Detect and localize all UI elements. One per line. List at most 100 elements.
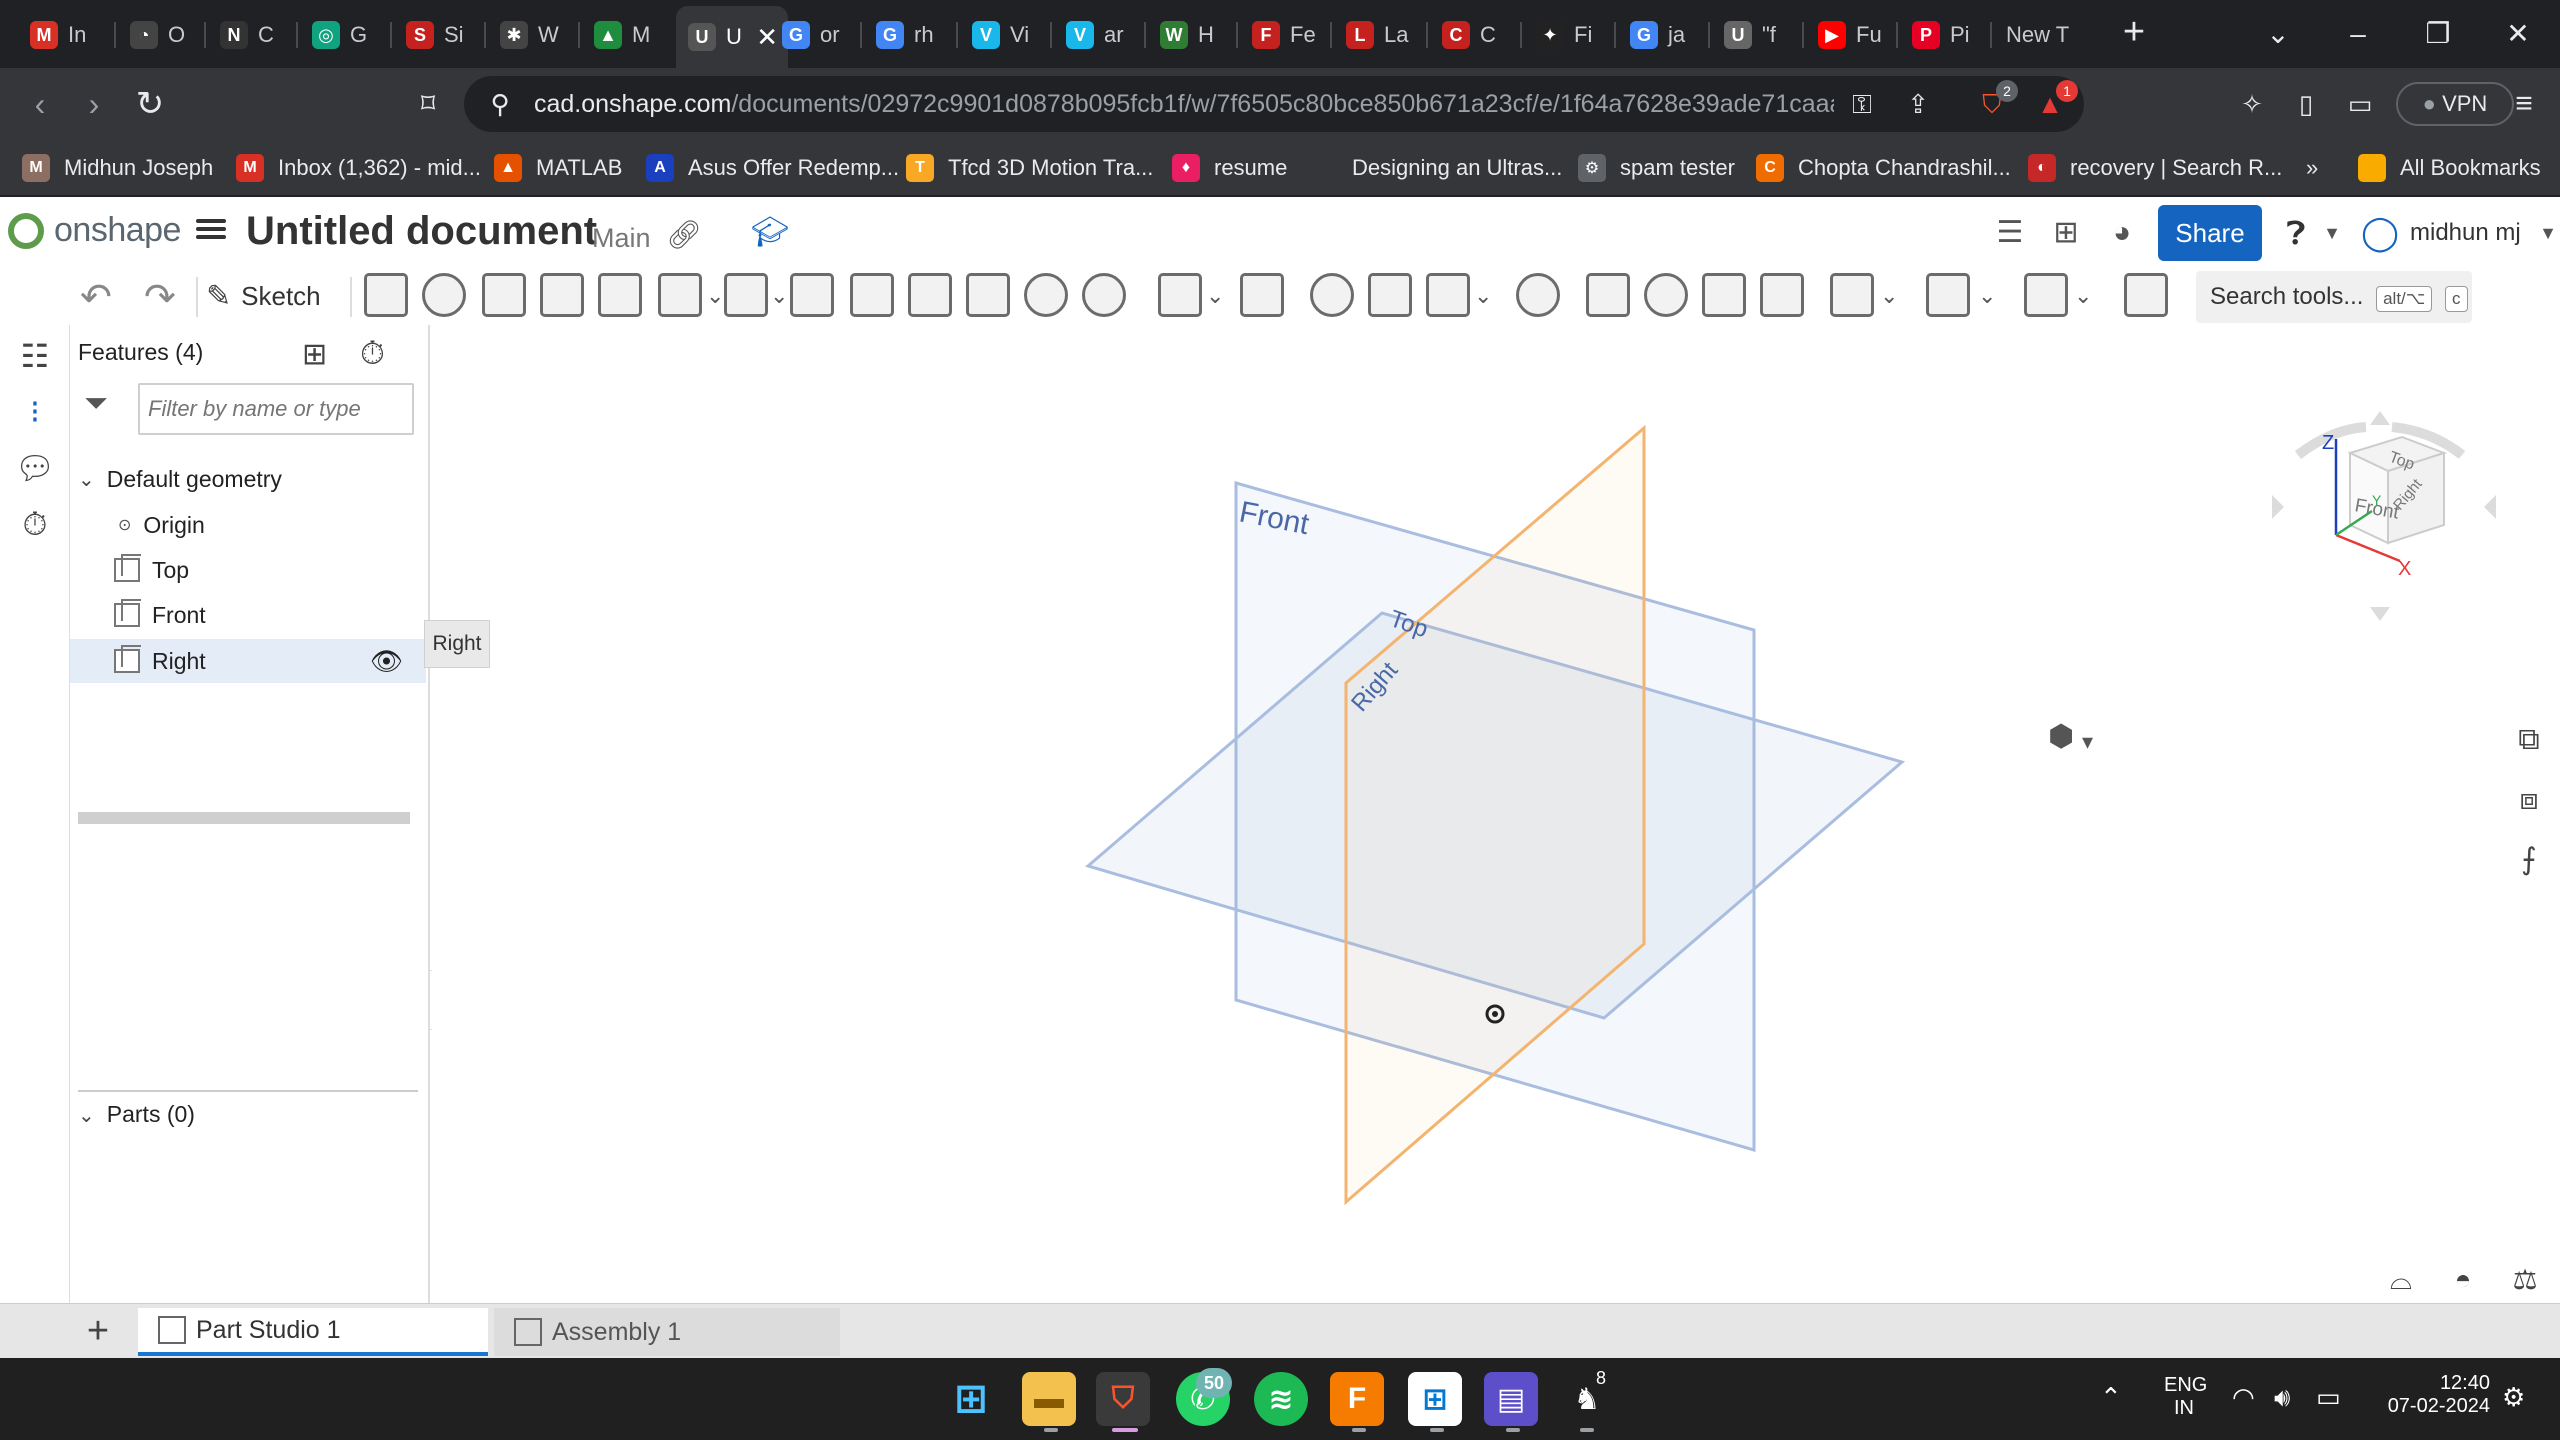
browser-tab[interactable]: New T <box>1994 10 2082 60</box>
browser-tab[interactable]: U "f <box>1712 10 1800 60</box>
add-tab-icon[interactable]: + <box>78 1312 118 1352</box>
bookmarks-overflow-button[interactable]: » <box>2306 150 2318 186</box>
mirror-icon[interactable] <box>1240 273 1284 317</box>
file-explorer-icon[interactable]: ▬ <box>1022 1372 1076 1426</box>
parts-panel-icon[interactable]: ⧈ <box>2506 777 2552 823</box>
url-text[interactable]: cad.onshape.com/documents/02972c9901d087… <box>534 76 1834 132</box>
share-button[interactable]: Share <box>2158 205 2262 261</box>
extrude-icon[interactable] <box>422 273 466 317</box>
chevron-down-icon[interactable]: ⌄ <box>1880 283 1898 309</box>
user-avatar[interactable]: ◯ <box>2360 213 2400 253</box>
volume-icon[interactable]: 🔊︎ <box>2274 1382 2290 1414</box>
pattern-icon[interactable] <box>1158 273 1202 317</box>
tab-search-chevron-icon[interactable]: ⌄ <box>2238 8 2318 60</box>
tree-item-origin[interactable]: ⊙ Origin <box>70 503 428 547</box>
delete-part-icon[interactable] <box>1516 273 1560 317</box>
appearance-panel-icon[interactable]: ⧉ <box>2506 717 2552 763</box>
graphics-viewport[interactable]: Front Top Right Top Front Right X Z Y ⬢ … <box>432 325 2560 1305</box>
history-icon[interactable]: ⏱︎ <box>12 501 58 547</box>
hole-icon[interactable] <box>1024 273 1068 317</box>
forward-button[interactable]: › <box>70 80 118 128</box>
onshape-logo[interactable]: onshape <box>8 211 181 250</box>
bookmark-item[interactable]: Designing an Ultras... <box>1352 150 1562 186</box>
release-list-icon[interactable]: ☰ <box>1990 213 2030 253</box>
minimize-button[interactable]: – <box>2318 8 2398 60</box>
chevron-down-icon[interactable]: ⌄ <box>1206 283 1224 309</box>
browser-tab[interactable]: ▶ Fu <box>1806 10 1894 60</box>
spotify-icon[interactable]: ≋ <box>1254 1372 1308 1426</box>
thicken-icon[interactable] <box>658 273 702 317</box>
bookmark-item[interactable]: A Asus Offer Redemp... <box>646 150 899 186</box>
learning-center-icon[interactable]: 🎓︎ <box>750 213 790 253</box>
undo-icon[interactable]: ↶ <box>80 275 112 320</box>
tree-item-front[interactable]: Front <box>70 593 428 637</box>
chamfer-icon[interactable] <box>790 273 834 317</box>
address-bar[interactable]: ⚲ cad.onshape.com/documents/02972c9901d0… <box>464 76 2084 132</box>
chevron-down-icon[interactable]: ⌄ <box>706 283 724 309</box>
help-icon[interactable]: ❓︎ <box>2276 213 2316 253</box>
measure-icon[interactable]: ◓ <box>2440 1260 2486 1300</box>
all-bookmarks-button[interactable]: All Bookmarks <box>2358 150 2541 186</box>
browser-tab[interactable]: ✱ W <box>488 10 576 60</box>
browser-tab[interactable]: F Fe <box>1240 10 1328 60</box>
extensions-icon[interactable]: ✧ <box>2230 82 2274 126</box>
tree-item-top[interactable]: Top <box>70 548 428 592</box>
revolve-icon[interactable] <box>482 273 526 317</box>
chevron-down-icon[interactable]: ⌄ <box>770 283 788 309</box>
bookmark-item[interactable]: ▲ MATLAB <box>494 150 622 186</box>
tray-chevron-icon[interactable]: ⌃ <box>2100 1382 2122 1413</box>
filter-icon[interactable]: ⏷ <box>84 387 108 421</box>
chevron-down-icon[interactable]: ⌄ <box>1978 283 1996 309</box>
loft-icon[interactable] <box>598 273 642 317</box>
move-face-icon[interactable] <box>1702 273 1746 317</box>
sweep-icon[interactable] <box>540 273 584 317</box>
browser-tab[interactable]: WH <box>1148 10 1236 60</box>
section-view-icon[interactable]: ⌓ <box>2378 1260 2424 1300</box>
planes-canvas[interactable]: Front Top Right Top Front Right X Z Y <box>432 325 2560 1305</box>
transform-icon[interactable] <box>1426 273 1470 317</box>
browser-tab[interactable]: ✦ Fi <box>1524 10 1612 60</box>
delete-face-icon[interactable] <box>1644 273 1688 317</box>
clock[interactable]: 12:40 07-02-2024 <box>2370 1372 2490 1418</box>
user-caret-icon[interactable]: ▼ <box>2528 213 2560 253</box>
chevron-down-icon[interactable]: ⌄ <box>78 467 95 492</box>
browser-tab[interactable]: Gja <box>1618 10 1706 60</box>
bookmark-item[interactable]: M Inbox (1,362) - mid... <box>236 150 481 186</box>
clipchamp-icon[interactable]: ▤ <box>1484 1372 1538 1426</box>
boolean-icon[interactable] <box>1310 273 1354 317</box>
share-page-icon[interactable]: ⇪ <box>1898 84 1938 124</box>
comments-icon[interactable]: 💬︎ <box>12 445 58 491</box>
bookmark-item[interactable]: ♦ resume <box>1172 150 1287 186</box>
wallet-icon[interactable]: ▭ <box>2338 82 2382 126</box>
add-custom-feature-icon[interactable] <box>2124 273 2168 317</box>
start-windows-icon[interactable]: ⊞ <box>944 1372 998 1426</box>
microsoft-store-icon[interactable]: ⊞ <box>1408 1372 1462 1426</box>
reload-button[interactable]: ↻ <box>126 80 174 128</box>
appearance-icon[interactable]: ◕ <box>2102 213 2142 253</box>
view-options-caret-icon[interactable]: ▾ <box>2082 729 2093 755</box>
draft-icon[interactable] <box>850 273 894 317</box>
branch-name[interactable]: Main <box>592 223 651 254</box>
eye-icon[interactable]: 👁︎ <box>370 646 403 677</box>
browser-tab[interactable]: ◎ G <box>300 10 388 60</box>
browser-tab[interactable]: Gor <box>770 10 858 60</box>
chevron-down-icon[interactable]: ⌄ <box>2074 283 2092 309</box>
new-tab-button[interactable]: + <box>2112 12 2156 56</box>
browser-tab[interactable]: Var <box>1054 10 1142 60</box>
brave-browser-icon[interactable]: ⛉ <box>1096 1372 1150 1426</box>
bookmark-item[interactable]: C Chopta Chandrashil... <box>1756 150 2011 186</box>
new-sketch-plane-icon[interactable] <box>364 273 408 317</box>
close-window-button[interactable]: ✕ <box>2478 8 2558 60</box>
horizontal-scrollbar[interactable] <box>78 812 410 824</box>
tree-group-default-geometry[interactable]: ⌄ Default geometry <box>70 457 428 501</box>
site-settings-icon[interactable]: ⚲ <box>480 84 520 124</box>
fusion-icon[interactable]: F <box>1330 1372 1384 1426</box>
password-key-icon[interactable]: ⚿ <box>1842 84 1882 124</box>
menu-icon[interactable]: ≡ <box>2502 82 2546 126</box>
vpn-button[interactable]: ● VPN <box>2396 82 2514 126</box>
browser-tab[interactable]: Grh <box>864 10 952 60</box>
bookmark-item[interactable]: T Tfcd 3D Motion Tra... <box>906 150 1153 186</box>
browser-tab[interactable]: NC <box>208 10 296 60</box>
browser-tab[interactable]: P Pi <box>1900 10 1988 60</box>
user-name[interactable]: midhun mj <box>2410 219 2521 247</box>
